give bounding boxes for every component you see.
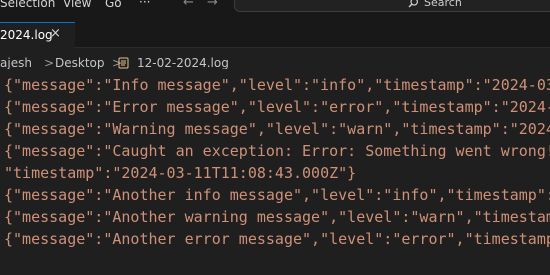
tab-bar: 2024.log ×	[0, 14, 550, 48]
code-line: {"message":"Another warning message","le…	[4, 208, 550, 226]
menu-selection[interactable]: Selection	[0, 0, 55, 10]
code-line: "timestamp":"2024-03-11T11:08:43.000Z"}	[4, 164, 357, 182]
tab-log-file[interactable]: 2024.log ×	[0, 22, 75, 48]
code-line: {"message":"Warning message","level":"wa…	[4, 120, 550, 138]
code-line: {"message":"Another info message","level…	[4, 186, 550, 204]
editor-window: Selection View Go ··· ← → Search 2024.lo…	[0, 0, 550, 275]
code-line: {"message":"Info message","level":"info"…	[4, 76, 550, 94]
code-line: {"message":"Error message","level":"erro…	[4, 98, 550, 116]
close-icon[interactable]: ×	[50, 27, 61, 41]
file-icon	[118, 57, 129, 69]
search-icon	[408, 0, 418, 8]
code-editor[interactable]: {"message":"Info message","level":"info"…	[0, 69, 550, 275]
menu-bar: Selection View Go ··· ← → Search	[0, 0, 550, 14]
command-search[interactable]: Search	[234, 0, 550, 12]
menu-go[interactable]: Go	[105, 0, 122, 10]
code-line: {"message":"Another error message","leve…	[4, 230, 550, 248]
search-label: Search	[424, 0, 462, 9]
tab-label: 2024.log	[0, 28, 53, 42]
menu-view[interactable]: View	[63, 0, 91, 10]
code-line: {"message":"Caught an exception: Error: …	[4, 142, 550, 160]
arrow-left-icon[interactable]: ←	[183, 0, 194, 10]
menu-more[interactable]: ···	[139, 0, 150, 9]
arrow-right-icon[interactable]: →	[207, 0, 218, 10]
